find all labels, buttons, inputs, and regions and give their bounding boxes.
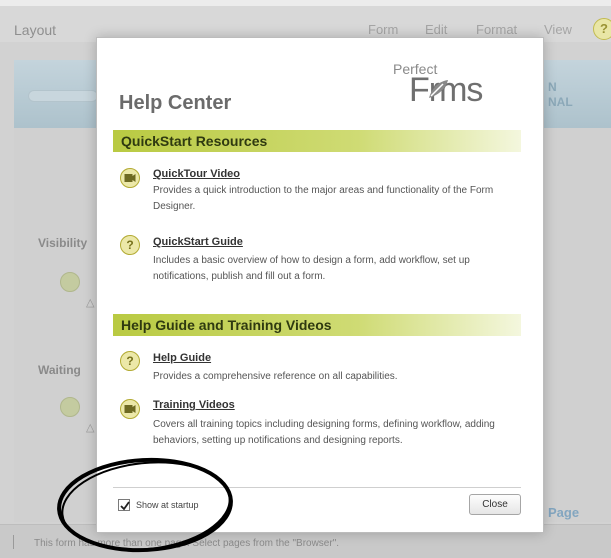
show-at-startup-checkbox[interactable] [118,499,130,511]
quicktour-video-desc: Provides a quick introduction to the maj… [153,185,494,212]
section-help-guide: Help Guide and Training Videos [113,314,521,336]
menu-form[interactable]: Form [368,22,398,37]
section-title: Help Guide and Training Videos [121,317,332,333]
checkmark-icon [120,501,130,511]
visibility-label: Visibility [38,236,88,250]
training-videos-link[interactable]: Training Videos [153,399,235,411]
banner-text-line-1: N [548,80,557,94]
video-icon [120,399,140,419]
dialog-title: Help Center [119,92,232,114]
quickstart-guide-desc: Includes a basic overview of how to desi… [153,255,470,282]
help-icon[interactable]: ? [593,18,611,40]
close-button[interactable]: Close [469,494,521,515]
logo-leaf-icon [429,80,448,98]
visibility-status-icon [60,272,80,292]
banner-pill [28,90,98,102]
waiting-status-icon [60,397,80,417]
warning-icon: △ [86,297,95,309]
help-center-dialog: Help Center Perfect Frms QuickStart Reso… [96,37,544,533]
page-link[interactable]: Page [548,505,579,520]
section-quickstart: QuickStart Resources [113,130,521,152]
warning-icon: △ [86,422,95,434]
question-icon: ? [120,235,140,255]
waiting-label: Waiting [38,363,81,377]
question-icon: ? [120,351,140,371]
video-icon [120,168,140,188]
section-title: QuickStart Resources [121,133,268,149]
quickstart-guide-link[interactable]: QuickStart Guide [153,236,243,248]
perfectforms-logo: Perfect Frms [393,61,523,113]
show-at-startup-label[interactable]: Show at startup [136,500,199,510]
banner-text: N NAL [548,80,573,110]
menu-view[interactable]: View [544,22,572,37]
help-guide-desc: Provides a comprehensive reference on al… [153,371,398,382]
help-guide-link[interactable]: Help Guide [153,352,211,364]
menu-format[interactable]: Format [476,22,517,37]
top-menu-bar: Layout Form Edit Format View ? [0,0,611,42]
training-videos-desc: Covers all training topics including des… [153,419,495,446]
status-text: This form has more than one page. Select… [34,538,340,549]
footer-divider [113,487,521,488]
status-divider [13,535,14,549]
menu-edit[interactable]: Edit [425,22,447,37]
app-title: Layout [14,22,57,38]
banner-text-line-2: NAL [548,95,573,109]
quicktour-video-link[interactable]: QuickTour Video [153,168,240,180]
